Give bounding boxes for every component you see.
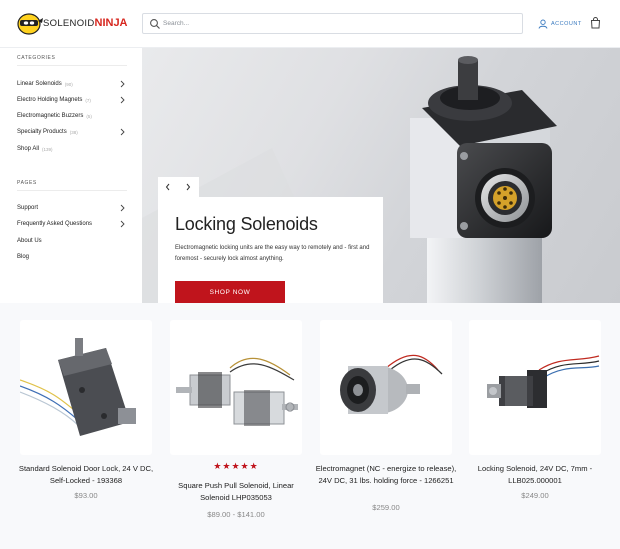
sidebar-item-count: (5) xyxy=(86,113,92,119)
sidebar-item-linear-solenoids[interactable]: Linear Solenoids (90) xyxy=(17,78,129,90)
locking-solenoid-image xyxy=(487,355,600,408)
product-price: $249.00 xyxy=(521,491,549,500)
sidebar-item-label: Blog xyxy=(17,254,30,260)
hero-content-card: Locking Solenoids Electromagnetic lockin… xyxy=(158,197,383,303)
logo-word-ninja: NINJA xyxy=(94,17,128,29)
sidebar-item-specialty-products[interactable]: Specialty Products (38) xyxy=(17,126,129,138)
product-card[interactable]: ★★★★★ Square Push Pull Solenoid, Linear … xyxy=(170,320,302,548)
hero-description: Electromagnetic locking units are the ea… xyxy=(175,245,370,262)
chevron-right-icon[interactable] xyxy=(119,96,126,104)
product-price: $89.00 - $141.00 xyxy=(207,510,265,519)
search-input[interactable] xyxy=(163,15,513,32)
sidebar-item-electromagnetic-buzzers[interactable]: Electromagnetic Buzzers (5) xyxy=(17,110,129,122)
chevron-right-icon xyxy=(186,183,191,191)
chevron-right-icon[interactable] xyxy=(119,220,126,228)
user-icon xyxy=(538,19,548,29)
product-image[interactable] xyxy=(469,320,601,455)
product-name[interactable]: Locking Solenoid, 24V DC, 7mm - LLB025.0… xyxy=(463,463,607,487)
sidebar-item-count: (7) xyxy=(85,97,91,103)
product-image[interactable] xyxy=(20,320,152,455)
hero-carousel-controls xyxy=(158,177,199,197)
sidebar-item-shop-all[interactable]: Shop All (139) xyxy=(17,143,129,155)
categories-heading: CATEGORIES xyxy=(17,55,56,61)
sidebar-item-label: Electromagnetic Buzzers xyxy=(17,113,84,119)
sidebar: CATEGORIES Linear Solenoids (90) Electro… xyxy=(0,48,142,303)
hero-title: Locking Solenoids xyxy=(175,214,318,234)
carousel-next-button[interactable] xyxy=(178,177,198,197)
push-pull-solenoid-image xyxy=(176,357,298,426)
cart-icon[interactable] xyxy=(590,17,601,29)
sidebar-item-support[interactable]: Support xyxy=(17,202,129,214)
account-label: ACCOUNT xyxy=(551,21,582,27)
product-image[interactable] xyxy=(170,320,302,455)
sidebar-item-faq[interactable]: Frequently Asked Questions xyxy=(17,218,129,230)
product-price: $259.00 xyxy=(372,503,400,512)
product-card[interactable]: Electromagnet (NC - energize to release)… xyxy=(316,320,456,548)
featured-products: Standard Solenoid Door Lock, 24 V DC, Se… xyxy=(0,303,620,549)
chevron-right-icon[interactable] xyxy=(119,128,126,136)
search-icon xyxy=(150,19,160,29)
shop-now-button[interactable]: SHOP NOW xyxy=(175,281,285,303)
account-link[interactable]: ACCOUNT xyxy=(538,18,582,30)
sidebar-item-label: Linear Solenoids xyxy=(17,81,62,87)
sidebar-item-count: (139) xyxy=(42,146,53,152)
carousel-prev-button[interactable] xyxy=(158,177,178,197)
sidebar-item-count: (90) xyxy=(64,81,73,87)
electromagnet-image xyxy=(340,354,443,414)
site-header: SOLENOIDNINJA ACCOUNT xyxy=(0,0,620,47)
product-card[interactable]: Standard Solenoid Door Lock, 24 V DC, Se… xyxy=(19,320,153,548)
search-bar[interactable] xyxy=(142,13,523,34)
logo-wordmark: SOLENOIDNINJA xyxy=(43,17,128,29)
sidebar-item-label: Electro Holding Magnets xyxy=(17,97,83,103)
chevron-right-icon[interactable] xyxy=(119,204,126,212)
sidebar-item-blog[interactable]: Blog xyxy=(17,251,129,263)
sidebar-item-label: About Us xyxy=(17,238,42,244)
product-name[interactable]: Standard Solenoid Door Lock, 24 V DC, Se… xyxy=(14,463,158,487)
categories-divider xyxy=(17,65,127,66)
product-image[interactable] xyxy=(320,320,452,455)
product-rating-stars: ★★★★★ xyxy=(213,461,259,471)
chevron-left-icon xyxy=(165,183,170,191)
sidebar-item-label: Specialty Products xyxy=(17,129,67,135)
door-lock-solenoid-image xyxy=(20,338,136,436)
sidebar-item-electro-holding-magnets[interactable]: Electro Holding Magnets (7) xyxy=(17,94,129,106)
sidebar-item-label: Support xyxy=(17,205,39,211)
product-price: $93.00 xyxy=(74,491,98,500)
pages-heading: PAGES xyxy=(17,180,37,186)
sidebar-item-count: (38) xyxy=(69,129,78,135)
logo-word-solenoid: SOLENOID xyxy=(43,18,95,29)
product-name[interactable]: Electromagnet (NC - energize to release)… xyxy=(314,463,458,487)
sidebar-item-label: Frequently Asked Questions xyxy=(17,221,93,227)
product-card[interactable]: Locking Solenoid, 24V DC, 7mm - LLB025.0… xyxy=(469,320,601,548)
chevron-right-icon[interactable] xyxy=(119,80,126,88)
sidebar-item-about-us[interactable]: About Us xyxy=(17,235,129,247)
product-name[interactable]: Square Push Pull Solenoid, Linear Soleno… xyxy=(164,480,308,504)
pages-divider xyxy=(17,190,127,191)
site-logo[interactable]: SOLENOIDNINJA xyxy=(16,10,128,36)
ninja-mascot-icon xyxy=(17,13,43,35)
sidebar-item-label: Shop All xyxy=(17,146,40,152)
